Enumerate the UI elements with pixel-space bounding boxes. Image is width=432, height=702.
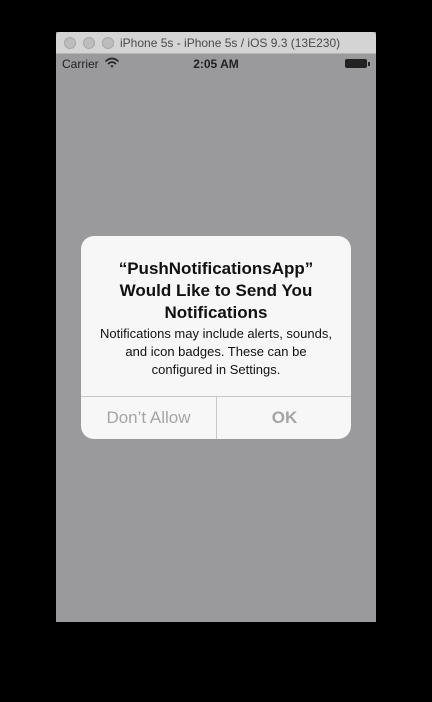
notification-permission-alert: “PushNotificationsApp” Would Like to Sen… — [81, 236, 351, 439]
simulator-page: { "window": { "title": "iPhone 5s - iPho… — [0, 0, 432, 702]
device-screen: Carrier 2:05 AM “PushNotificationsApp” W… — [56, 54, 376, 622]
close-window-button[interactable] — [64, 37, 76, 49]
battery-tip-icon — [368, 62, 370, 66]
simulator-window: iPhone 5s - iPhone 5s / iOS 9.3 (13E230)… — [56, 32, 376, 622]
zoom-window-button[interactable] — [102, 37, 114, 49]
battery-icon — [345, 59, 367, 68]
dont-allow-button[interactable]: Don’t Allow — [81, 397, 216, 439]
status-time: 2:05 AM — [193, 57, 239, 71]
alert-title: “PushNotificationsApp” Would Like to Sen… — [118, 259, 314, 322]
status-bar: Carrier 2:05 AM — [56, 54, 376, 74]
window-title: iPhone 5s - iPhone 5s / iOS 9.3 (13E230) — [120, 36, 341, 50]
ok-button[interactable]: OK — [217, 397, 351, 439]
minimize-window-button[interactable] — [83, 37, 95, 49]
alert-message: Notifications may include alerts, sounds… — [100, 326, 332, 377]
window-titlebar: iPhone 5s - iPhone 5s / iOS 9.3 (13E230) — [56, 32, 376, 54]
